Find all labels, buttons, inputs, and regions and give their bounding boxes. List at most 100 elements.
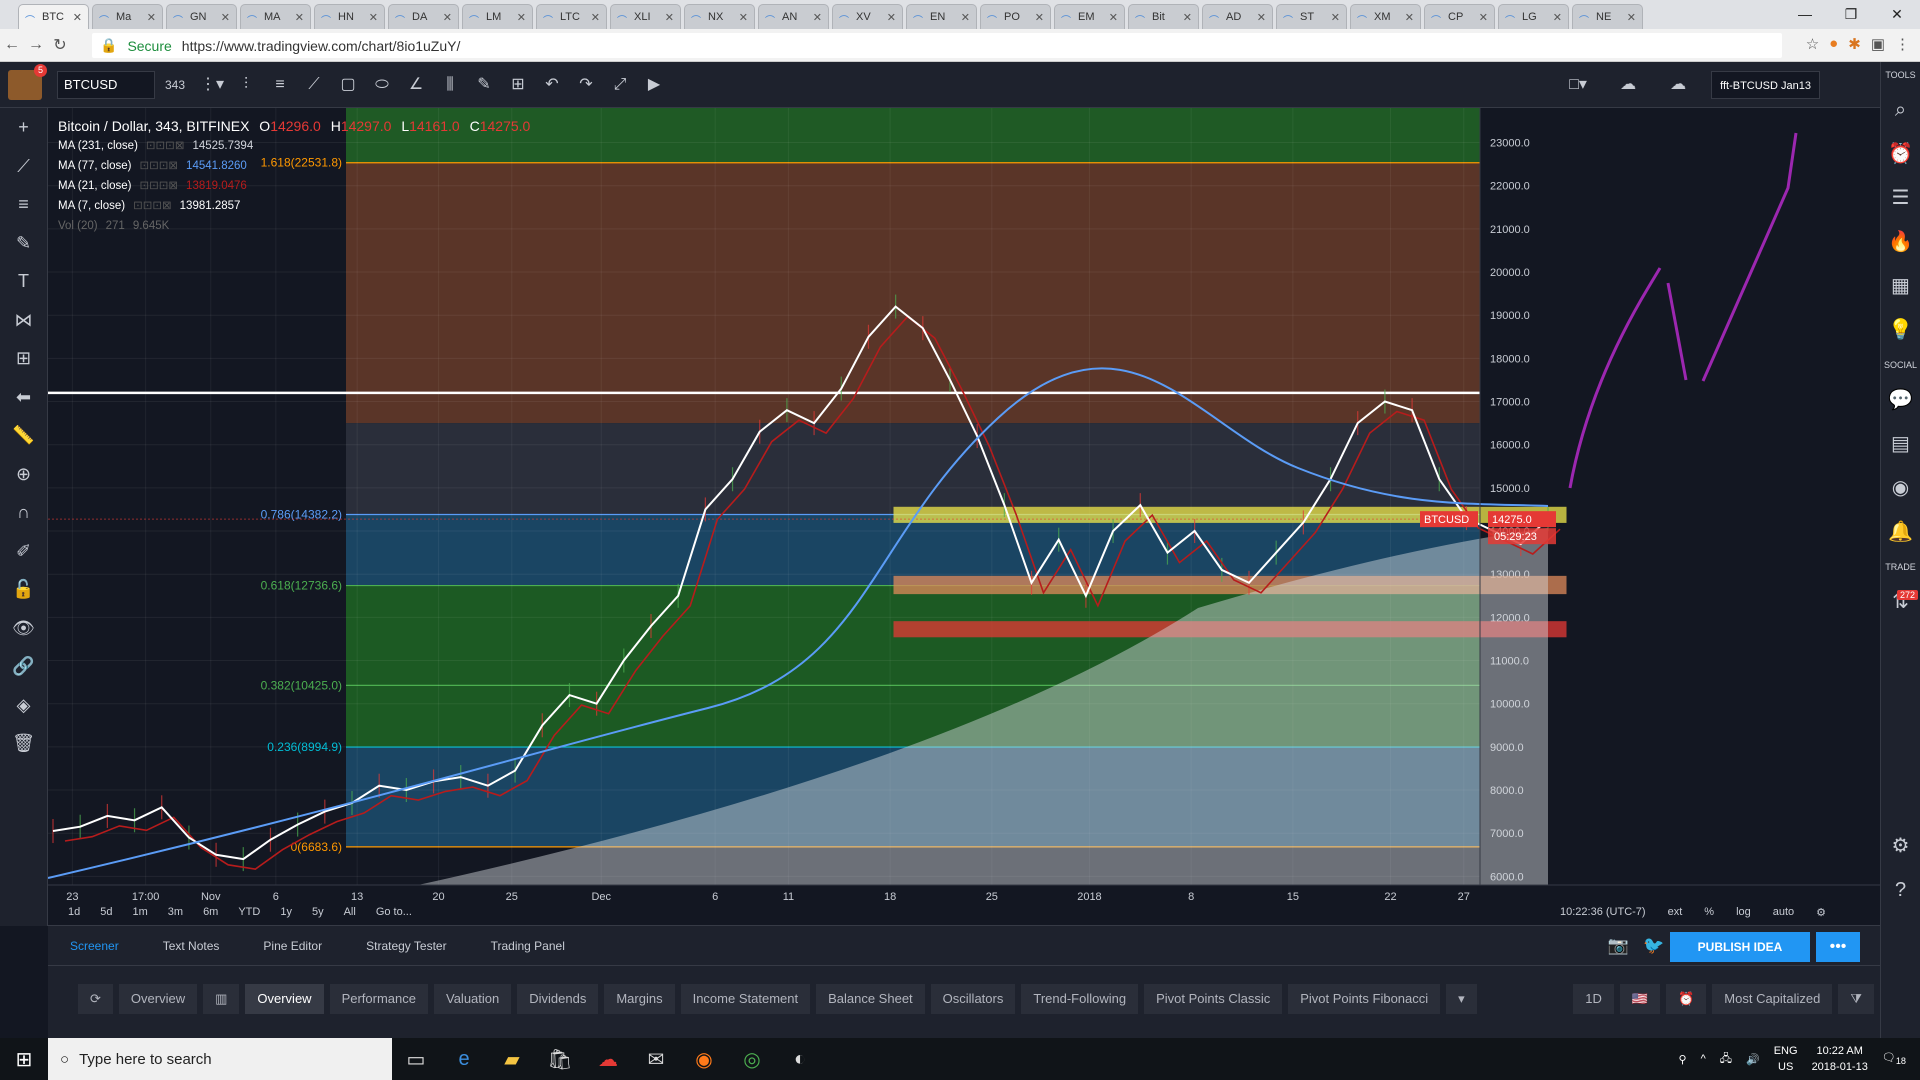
browser-tab[interactable]: ⌒ GN ✕: [166, 4, 237, 29]
chat-icon[interactable]: 💬: [1881, 378, 1920, 422]
link-icon[interactable]: 🔗: [0, 647, 47, 686]
cloud-upload-icon[interactable]: ☁: [1661, 71, 1695, 99]
url-field[interactable]: 🔒 Secure https://www.tradingview.com/cha…: [92, 33, 1782, 58]
store-icon[interactable]: 🛍: [536, 1047, 584, 1072]
angle-tool-icon[interactable]: ∠: [399, 71, 433, 99]
edge-icon[interactable]: e: [440, 1048, 488, 1071]
app-icon[interactable]: ◐: [776, 1048, 824, 1071]
replay-icon[interactable]: ▶: [637, 71, 671, 99]
browser-tab[interactable]: ⌒ DA ✕: [388, 4, 459, 29]
extension-icon-3[interactable]: ▣: [1871, 35, 1885, 53]
eye-icon[interactable]: 👁: [0, 609, 47, 648]
close-window-button[interactable]: ✕: [1874, 0, 1920, 29]
log-toggle[interactable]: log: [1736, 906, 1751, 919]
star-icon[interactable]: ☆: [1806, 35, 1819, 53]
tab-close-icon[interactable]: ✕: [961, 11, 970, 24]
broadcast-icon[interactable]: ◉: [1881, 466, 1920, 510]
fullscreen-icon[interactable]: ⤢: [603, 71, 637, 99]
ma-controls-icon[interactable]: ⊡⊡⊡⊠: [146, 136, 185, 156]
timeframe-0[interactable]: 1d: [58, 906, 90, 918]
tab-close-icon[interactable]: ✕: [517, 11, 526, 24]
maximize-button[interactable]: ❐: [1828, 0, 1874, 29]
settings-icon[interactable]: ⚙: [1881, 824, 1920, 868]
tab-close-icon[interactable]: ✕: [221, 11, 230, 24]
rectangle-tool-icon[interactable]: ▢: [331, 71, 365, 99]
browser-tab[interactable]: ⌒ EM ✕: [1054, 4, 1125, 29]
interval-select[interactable]: 1D: [1573, 984, 1614, 1014]
data-window-icon[interactable]: ☰: [1881, 176, 1920, 220]
ma-controls-icon[interactable]: ⊡⊡⊡⊠: [140, 176, 179, 196]
firefox-icon[interactable]: ◉: [680, 1047, 728, 1072]
chrome-icon[interactable]: ◎: [728, 1047, 776, 1072]
windows-start-icon[interactable]: ⊞: [0, 1047, 48, 1072]
browser-tab[interactable]: ⌒ LM ✕: [462, 4, 533, 29]
timeframe-1[interactable]: 5d: [90, 906, 122, 918]
tab-close-icon[interactable]: ✕: [1109, 11, 1118, 24]
timeframe-7[interactable]: 5y: [302, 906, 334, 918]
screener-tab[interactable]: Overview: [245, 984, 324, 1014]
menu-icon[interactable]: ⋮: [1895, 35, 1910, 53]
bottom-tab[interactable]: Trading Panel: [469, 926, 587, 966]
task-view-icon[interactable]: ▭: [392, 1047, 440, 1072]
ma-controls-icon[interactable]: ⊡⊡⊡⊠: [140, 156, 179, 176]
extension-icon-2[interactable]: ✱: [1848, 35, 1861, 53]
network-icon[interactable]: 🖧: [1720, 1050, 1732, 1069]
layers-icon[interactable]: ◈: [0, 686, 47, 725]
screener-tab[interactable]: Balance Sheet: [816, 984, 925, 1014]
browser-tab[interactable]: ⌒ NX ✕: [684, 4, 755, 29]
filter-icon[interactable]: ⧩: [1838, 984, 1874, 1014]
trash-icon[interactable]: 🗑: [0, 724, 47, 763]
screener-tab[interactable]: Margins: [604, 984, 675, 1014]
twitter-icon[interactable]: 🐦: [1643, 936, 1664, 956]
mail-icon[interactable]: ✉: [632, 1047, 680, 1072]
columns-icon[interactable]: ▥: [203, 984, 240, 1014]
ma-controls-icon[interactable]: ⊡⊡⊡⊠: [133, 196, 172, 216]
redo-icon[interactable]: ↷: [569, 71, 603, 99]
back-icon[interactable]: ←: [0, 36, 24, 54]
lock-drawings-icon[interactable]: 🔓: [0, 570, 47, 609]
ruler-icon[interactable]: 📏: [0, 416, 47, 455]
tab-close-icon[interactable]: ✕: [813, 11, 822, 24]
screener-tab[interactable]: Dividends: [517, 984, 599, 1014]
screener-tab[interactable]: Pivot Points Classic: [1144, 984, 1283, 1014]
alerts-icon[interactable]: ⏰: [1881, 132, 1920, 176]
magnet-icon[interactable]: ∩: [0, 493, 47, 532]
fib-icon[interactable]: ≡: [0, 185, 47, 224]
text-icon[interactable]: T: [0, 262, 47, 301]
browser-tab[interactable]: ⌒ Ma ✕: [92, 4, 163, 29]
undo-icon[interactable]: ↶: [535, 71, 569, 99]
cloud-download-icon[interactable]: ☁: [1611, 71, 1645, 99]
layout-name[interactable]: fft-BTCUSD Jan13: [1711, 71, 1820, 99]
clock[interactable]: 10:22 AM 2018-01-13: [1812, 1043, 1868, 1075]
browser-tab[interactable]: ⌒ AD ✕: [1202, 4, 1273, 29]
pencil-lock-icon[interactable]: ✐: [0, 532, 47, 571]
trading-icon[interactable]: ⇅: [1881, 580, 1920, 624]
ideas-icon[interactable]: 💡: [1881, 308, 1920, 352]
screener-tab[interactable]: Performance: [329, 984, 428, 1014]
line-tool-icon[interactable]: ⟋: [297, 71, 331, 99]
flag-icon[interactable]: 🇺🇸: [1619, 984, 1661, 1014]
tab-close-icon[interactable]: ✕: [1183, 11, 1192, 24]
indicators-icon[interactable]: ≡: [263, 71, 297, 99]
browser-tab[interactable]: ⌒ BTC ✕: [18, 4, 89, 29]
timeframe-4[interactable]: 6m: [193, 906, 228, 918]
volume-icon[interactable]: 🔊: [1746, 1053, 1760, 1066]
tab-close-icon[interactable]: ✕: [739, 11, 748, 24]
brush-tool-icon[interactable]: ✎: [467, 71, 501, 99]
ma-row[interactable]: MA (231, close) ⊡⊡⊡⊠ 14525.7394: [58, 136, 536, 156]
url-text[interactable]: https://www.tradingview.com/chart/8io1uZ…: [182, 38, 461, 54]
auto-toggle[interactable]: auto: [1773, 906, 1794, 919]
explorer-icon[interactable]: ▰: [488, 1047, 536, 1072]
reload-icon[interactable]: ↻: [48, 35, 72, 55]
bottom-tab[interactable]: Screener: [48, 926, 141, 966]
browser-tab[interactable]: ⌒ LG ✕: [1498, 4, 1569, 29]
more-button[interactable]: •••: [1816, 932, 1860, 962]
browser-tab[interactable]: ⌒ XV ✕: [832, 4, 903, 29]
tabs-more-icon[interactable]: ▾: [1446, 984, 1477, 1014]
screener-tab[interactable]: Oscillators: [930, 984, 1016, 1014]
tray-chevron-icon[interactable]: ^: [1701, 1053, 1706, 1065]
streams-icon[interactable]: ▤: [1881, 422, 1920, 466]
zoom-icon[interactable]: ⊕: [0, 455, 47, 494]
ellipse-tool-icon[interactable]: ⬭: [365, 71, 399, 99]
extension-icon[interactable]: ●: [1829, 35, 1838, 53]
